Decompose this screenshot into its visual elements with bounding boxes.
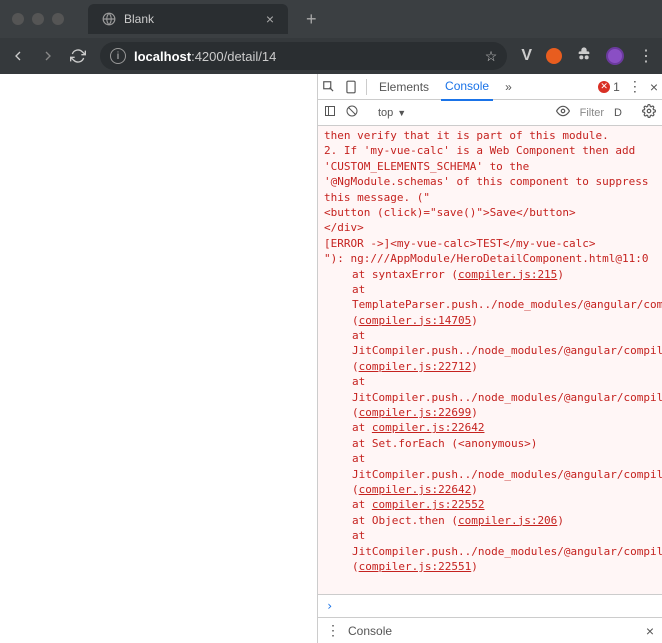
drawer-menu-icon[interactable]: ⋮ [326,622,340,639]
new-tab-button[interactable]: + [306,9,317,30]
tab-title: Blank [124,12,154,26]
drawer-tab-console[interactable]: Console [348,624,392,638]
browser-toolbar: i localhost:4200/detail/14 ☆ V ⋮ [0,38,662,74]
live-expression-icon[interactable] [556,104,570,121]
forward-button[interactable] [40,48,56,64]
source-link[interactable]: compiler.js:22642 [372,421,485,434]
address-bar[interactable]: i localhost:4200/detail/14 ☆ [100,42,507,70]
browser-tab[interactable]: Blank × [88,4,288,34]
extension-orange-icon[interactable] [546,48,562,64]
source-link[interactable]: compiler.js:22551 [359,560,472,573]
bookmark-icon[interactable]: ☆ [485,48,498,65]
globe-icon [102,12,116,26]
gear-icon[interactable] [642,104,656,121]
reload-button[interactable] [70,48,86,64]
log-level[interactable]: D [614,107,622,119]
devtools-panel: Elements Console » ✕1 ⋮ × top▼ Filter D … [317,74,662,643]
separator [366,79,367,95]
page-content [0,74,317,643]
filter-input[interactable]: Filter [580,107,604,119]
error-badge[interactable]: ✕1 [598,80,620,94]
source-link[interactable]: compiler.js:22699 [359,406,472,419]
devtools-drawer: ⋮ Console × [318,617,662,643]
log-line: <button (click)="save()">Save</button> [324,206,576,219]
menu-icon[interactable]: ⋮ [638,46,652,66]
back-button[interactable] [10,48,26,64]
extension-v-icon[interactable]: V [521,47,532,65]
source-link[interactable]: compiler.js:206 [458,514,557,527]
clear-console-icon[interactable] [346,105,358,120]
sidebar-toggle-icon[interactable] [324,105,336,120]
devtools-close-icon[interactable]: × [650,79,658,95]
source-link[interactable]: compiler.js:22712 [359,360,472,373]
browser-titlebar: Blank × + [0,0,662,38]
source-link[interactable]: compiler.js:14705 [359,314,472,327]
console-output[interactable]: then verify that it is part of this modu… [318,126,662,594]
tab-console[interactable]: Console [441,73,493,101]
log-line: 2. If 'my-vue-calc' is a Web Component t… [324,144,649,203]
console-toolbar: top▼ Filter D [318,100,662,126]
device-icon[interactable] [344,80,358,94]
context-selector[interactable]: top▼ [378,107,406,119]
devtools-tabbar: Elements Console » ✕1 ⋮ × [318,74,662,100]
devtools-menu-icon[interactable]: ⋮ [628,78,642,95]
source-link[interactable]: compiler.js:22642 [359,483,472,496]
source-link[interactable]: compiler.js:215 [458,268,557,281]
log-line: "): [324,252,344,265]
incognito-icon [576,46,592,67]
log-line: then verify that it is part of this modu… [324,129,609,142]
close-icon[interactable]: × [266,11,274,27]
source-link[interactable]: compiler.js:22552 [372,498,485,511]
log-line: ng:///AppModule/HeroDetailComponent.html… [351,252,649,265]
tab-more[interactable]: » [501,74,516,100]
console-prompt[interactable]: › [318,594,662,617]
log-line: </div> [324,221,364,234]
inspect-icon[interactable] [322,80,336,94]
tab-elements[interactable]: Elements [375,74,433,100]
log-line: [ERROR ->]<my-vue-calc>TEST</my-vue-calc… [324,237,596,250]
window-controls[interactable] [12,13,64,25]
url-text: localhost:4200/detail/14 [134,49,276,64]
extension-purple-icon[interactable] [606,47,624,65]
drawer-close-icon[interactable]: × [646,623,654,639]
info-icon[interactable]: i [110,48,126,64]
